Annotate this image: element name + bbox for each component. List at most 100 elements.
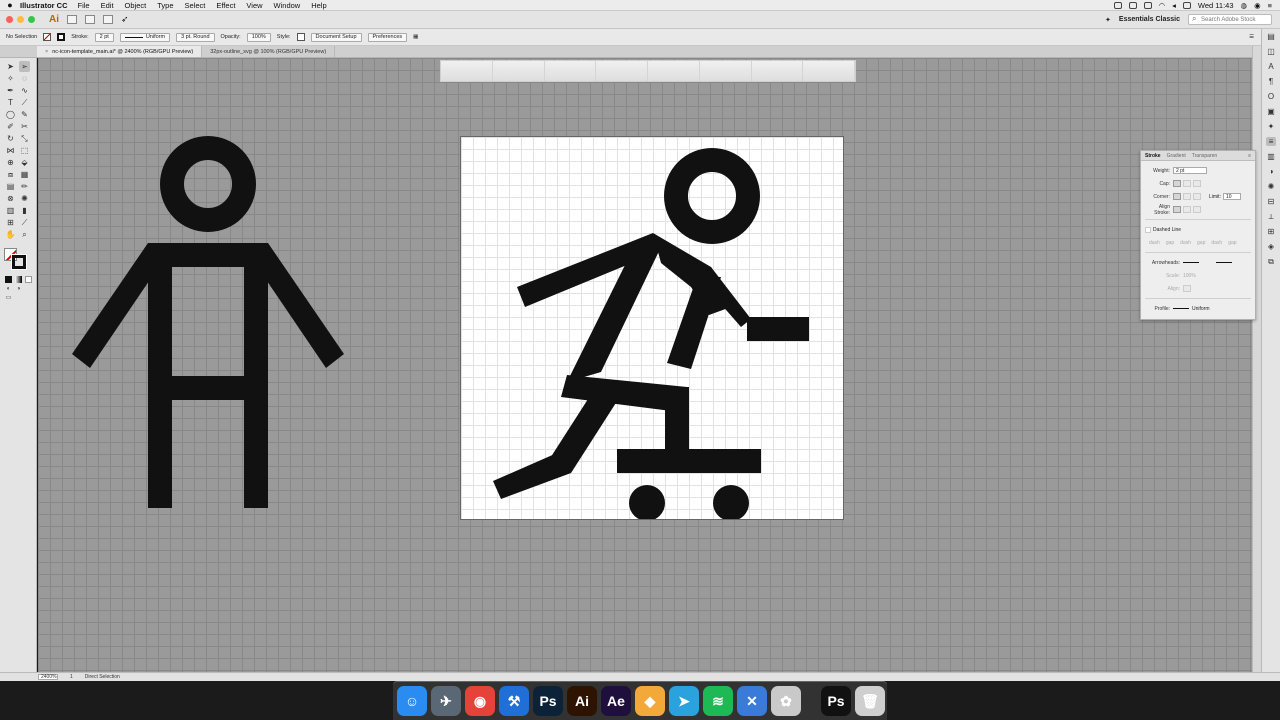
scale-tool-icon[interactable]: ⤡ <box>19 133 30 144</box>
shape-builder-tool-icon[interactable]: ⊕ <box>5 157 16 168</box>
free-transform-tool-icon[interactable]: ⬚ <box>19 145 30 156</box>
direct-selection-tool-icon[interactable]: ➢ <box>19 61 30 72</box>
layers-icon[interactable]: ◈ <box>1266 242 1276 251</box>
menu-type[interactable]: Type <box>157 1 173 10</box>
skateboarder-icon[interactable] <box>461 137 844 520</box>
preferences-button[interactable]: Preferences <box>367 32 408 42</box>
gradient-tool-icon[interactable]: ▤ <box>5 181 16 192</box>
document-setup-button[interactable]: Document Setup <box>310 32 362 42</box>
dock-app-color-picker-icon[interactable]: ✿ <box>771 686 801 716</box>
fill-stroke-swatches[interactable] <box>4 248 34 272</box>
gradient-mode-icon[interactable] <box>15 276 22 283</box>
cc-libraries-icon[interactable]: ◫ <box>1266 47 1276 56</box>
artboard[interactable] <box>460 136 844 520</box>
opentype-icon[interactable]: O <box>1266 92 1276 101</box>
artboard-thumb[interactable] <box>544 61 597 81</box>
artboard-thumb[interactable] <box>699 61 752 81</box>
minimize-window-button[interactable] <box>17 16 24 23</box>
fill-color-swatch[interactable] <box>43 33 52 41</box>
symbol-sprayer-tool-icon[interactable]: ✺ <box>19 193 30 204</box>
scale-value[interactable]: 100% <box>1183 273 1196 279</box>
eyedropper-tool-icon[interactable]: ✏ <box>19 181 30 192</box>
graphic-style-swatch[interactable] <box>296 33 305 41</box>
align-outside-button[interactable] <box>1193 206 1201 213</box>
arrange-documents-icon[interactable] <box>85 15 95 24</box>
limit-field[interactable]: 10 <box>1222 193 1241 200</box>
none-mode-icon[interactable] <box>25 276 32 283</box>
start-arrowhead-select[interactable] <box>1183 262 1199 263</box>
artboard-navigator[interactable]: 1 <box>70 674 73 680</box>
brush-definition[interactable]: 3 pt. Round <box>176 32 215 42</box>
shaper-tool-icon[interactable]: ✐ <box>5 121 16 132</box>
cloud-icon[interactable] <box>1128 1 1137 9</box>
dock-app-photoshop-icon[interactable]: Ps <box>533 686 563 716</box>
dashed-line-checkbox[interactable] <box>1145 226 1151 233</box>
sync-icon[interactable] <box>1143 1 1152 9</box>
clock[interactable]: Wed 11:43 <box>1198 1 1234 10</box>
brushes-icon[interactable]: ✦ <box>1266 122 1276 131</box>
menu-object[interactable]: Object <box>125 1 147 10</box>
bar-chart-icon[interactable]: ▮ <box>19 205 30 216</box>
lightbulb-icon[interactable]: ✦ <box>1105 16 1111 24</box>
layout-icon[interactable] <box>103 15 113 24</box>
opacity-field[interactable]: 100% <box>246 32 271 42</box>
transform-icon[interactable]: ⟂ <box>1266 212 1276 221</box>
skater-front-thigh[interactable] <box>667 277 721 369</box>
tab-svg-document[interactable]: 32px-outline_svg @ 100% (RGB/GPU Preview… <box>202 46 336 57</box>
dock-app-telegram-icon[interactable]: ➤ <box>669 686 699 716</box>
artboard-thumb[interactable] <box>751 61 804 81</box>
menu-select[interactable]: Select <box>185 1 206 10</box>
dock-app-after-effects-icon[interactable]: Ae <box>601 686 631 716</box>
artboard-thumb[interactable] <box>596 61 648 81</box>
lasso-tool-icon[interactable]: ◌ <box>19 73 30 84</box>
appearance-icon[interactable]: ✺ <box>1266 182 1276 191</box>
artboard-tool-icon[interactable]: ⊞ <box>5 217 16 228</box>
close-tab-icon[interactable]: × <box>45 49 48 55</box>
camera-icon[interactable] <box>1113 1 1122 9</box>
width-tool-icon[interactable]: ⋈ <box>5 145 16 156</box>
artboard-thumb[interactable] <box>492 61 545 81</box>
tab-gradient[interactable]: Gradient <box>1167 153 1186 159</box>
person-icon[interactable] <box>38 58 398 528</box>
dock-app-xcode-icon[interactable]: ⚒ <box>499 686 529 716</box>
stroke-panel-icon[interactable]: ≡ <box>1266 137 1276 146</box>
magic-wand-tool-icon[interactable]: ✧ <box>5 73 16 84</box>
notifications-icon[interactable]: ≡ <box>1268 1 1272 10</box>
butt-cap-button[interactable] <box>1173 180 1181 187</box>
adobe-stock-search[interactable]: Search Adobe Stock <box>1188 14 1272 25</box>
pathfinder-icon[interactable]: ⊞ <box>1266 227 1276 236</box>
pen-tool-icon[interactable]: ✒ <box>5 85 16 96</box>
battery-icon[interactable] <box>1182 1 1191 9</box>
skateboard-back-wheel[interactable] <box>629 485 665 520</box>
dock-app-trash-icon[interactable]: 🗑 <box>855 686 885 716</box>
panel-menu-icon[interactable]: ≡ <box>1248 153 1255 159</box>
zoom-tool-icon[interactable]: ⌕ <box>19 229 30 240</box>
volume-icon[interactable]: ◂ <box>1172 1 1176 10</box>
person-left-leg[interactable] <box>148 243 172 508</box>
line-tool-icon[interactable]: ⟋ <box>19 97 30 108</box>
scissors-tool-icon[interactable]: ✂ <box>19 121 30 132</box>
skateboard-front-wheel[interactable] <box>713 485 749 520</box>
live-paint-tool-icon[interactable]: ⬙ <box>19 157 30 168</box>
curvature-tool-icon[interactable]: ∿ <box>19 85 30 96</box>
variable-width-profile[interactable]: Uniform <box>119 32 171 42</box>
rotate-tool-icon[interactable]: ↻ <box>5 133 16 144</box>
user-icon[interactable]: ◍ <box>1241 1 1248 10</box>
dock-app-launchpad-icon[interactable]: ✈ <box>431 686 461 716</box>
stroke-weight-field[interactable]: 2 pt <box>94 32 114 42</box>
gradient-panel-icon[interactable]: ▥ <box>1266 152 1276 161</box>
type-tool-icon[interactable]: T <box>5 97 16 108</box>
apple-menu-icon[interactable]: ● <box>0 0 20 10</box>
projecting-cap-button[interactable] <box>1193 180 1201 187</box>
mesh-tool-icon[interactable]: ▦ <box>19 169 30 180</box>
artboards-icon[interactable]: ⧉ <box>1266 257 1276 266</box>
bridge-icon[interactable] <box>67 15 77 24</box>
skater-head[interactable] <box>664 148 760 244</box>
paintbrush-tool-icon[interactable]: ✎ <box>19 109 30 120</box>
menu-effect[interactable]: Effect <box>216 1 235 10</box>
menu-window[interactable]: Window <box>274 1 301 10</box>
ellipse-tool-icon[interactable]: ◯ <box>5 109 16 120</box>
screen-mode-icon[interactable]: ▭ <box>5 294 12 301</box>
align-icon[interactable]: ⊟ <box>1266 197 1276 206</box>
artboard-thumb[interactable] <box>441 61 493 81</box>
